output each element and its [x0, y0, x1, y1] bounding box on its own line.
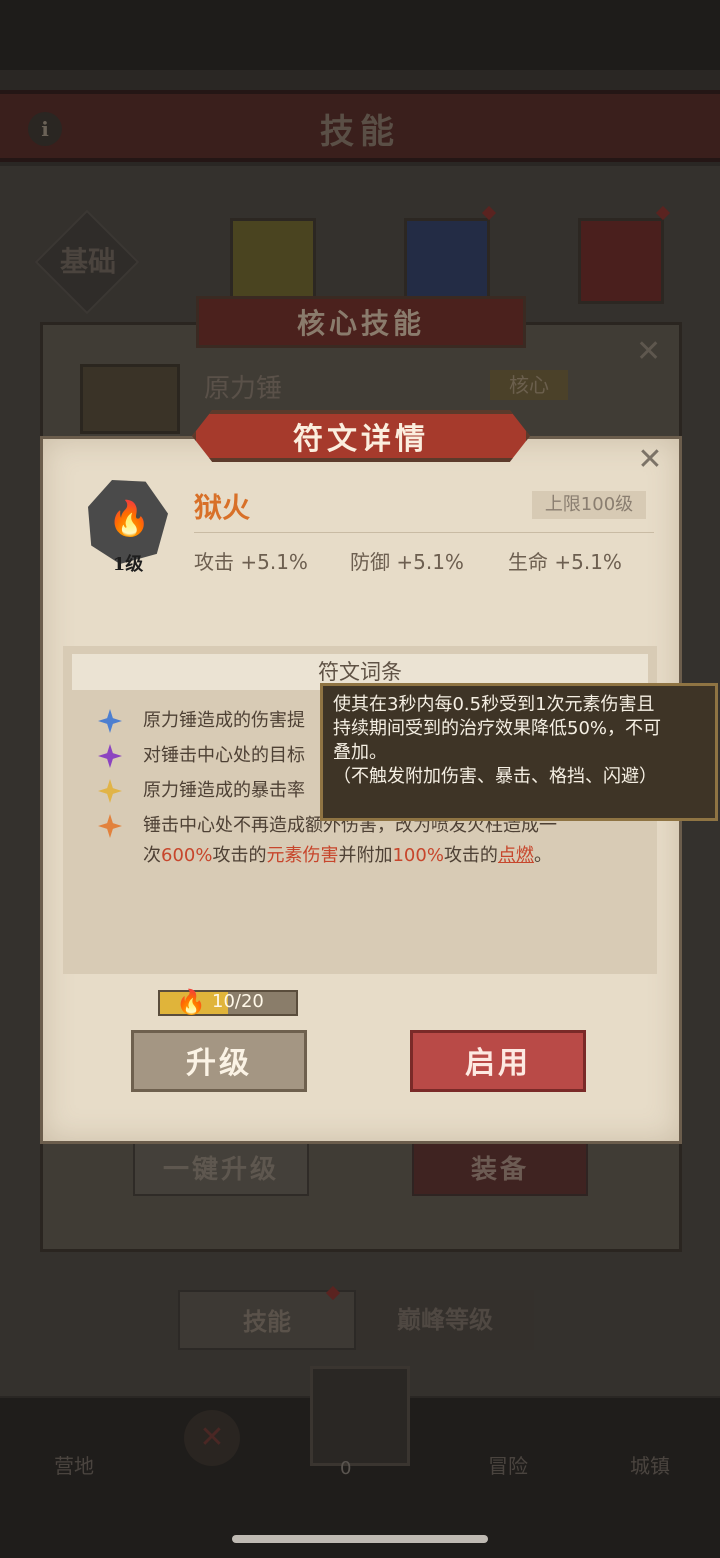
nav-town[interactable]: 城镇	[610, 1450, 690, 1479]
divider	[194, 532, 654, 533]
status-bar-area	[0, 0, 720, 70]
stat-attack: 攻击 +5.1%	[194, 550, 308, 574]
ignite-tooltip: 使其在3秒内每0.5秒受到1次元素伤害且 持续期间受到的治疗效果降低50%，不可…	[320, 683, 718, 821]
rune-entry-text-line2: 次600%攻击的元素伤害并附加100%攻击的点燃。	[143, 845, 552, 866]
home-indicator	[232, 1535, 488, 1543]
stat-health: 生命 +5.1%	[508, 550, 622, 574]
progress-text: 10/20	[212, 991, 264, 1012]
stat-defense: 防御 +5.1%	[350, 550, 464, 574]
elemental-damage-link[interactable]: 元素伤害	[266, 845, 338, 866]
close-icon[interactable]: ✕	[184, 1410, 240, 1466]
nav-center-emblem-icon[interactable]	[310, 1366, 410, 1466]
nav-camp[interactable]: 营地	[34, 1450, 114, 1479]
rune-level-cap: 上限100级	[532, 491, 646, 519]
rune-entry-text: 对锤击中心处的目标	[143, 745, 305, 766]
tooltip-line: 叠加。	[333, 742, 387, 763]
subtab-paragon[interactable]: 巅峰等级	[356, 1290, 534, 1350]
enable-button[interactable]: 启用	[410, 1030, 586, 1092]
ignite-link[interactable]: 点燃	[498, 845, 534, 866]
tooltip-line: 使其在3秒内每0.5秒受到1次元素伤害且	[333, 694, 655, 715]
equip-button[interactable]: 装备	[412, 1140, 588, 1196]
rune-entry-text: 原力锤造成的伤害提	[143, 710, 305, 731]
close-icon[interactable]: ✕	[634, 442, 666, 478]
subtab-skills[interactable]: 技能	[178, 1290, 356, 1350]
skill-slot-3-icon[interactable]	[578, 218, 664, 304]
skill-slot-1-icon[interactable]	[230, 218, 316, 304]
rune-level-badge: 1级	[112, 554, 144, 575]
core-skill-title: 核心技能	[296, 307, 425, 340]
rune-detail-title: 符文详情	[293, 422, 429, 457]
tooltip-line: （不触发附加伤害、暴击、格挡、闪避）	[333, 766, 657, 787]
flame-icon: 🔥	[176, 988, 206, 1016]
skill-slot-2-icon[interactable]	[404, 218, 490, 304]
page-title: 技能	[320, 112, 400, 152]
flame-icon: 🔥	[108, 499, 151, 539]
core-skill-tag: 核心	[490, 370, 568, 400]
nav-adventure[interactable]: 冒险	[468, 1450, 548, 1479]
rune-name: 狱火	[194, 491, 251, 524]
tab-basic[interactable]: 基础	[48, 240, 128, 280]
hammer-skill-icon	[80, 364, 180, 434]
orange-star-icon	[98, 814, 122, 838]
tooltip-line: 持续期间受到的治疗效果降低50%，不可	[333, 718, 662, 739]
upgrade-all-button[interactable]: 一键升级	[133, 1140, 309, 1196]
core-skill-name: 原力锤	[204, 374, 283, 404]
upgrade-button[interactable]: 升级	[131, 1030, 307, 1092]
gem-count: 0	[340, 1458, 352, 1479]
rune-entry-text: 原力锤造成的暴击率	[143, 780, 305, 801]
core-close-icon[interactable]: ✕	[636, 334, 661, 369]
